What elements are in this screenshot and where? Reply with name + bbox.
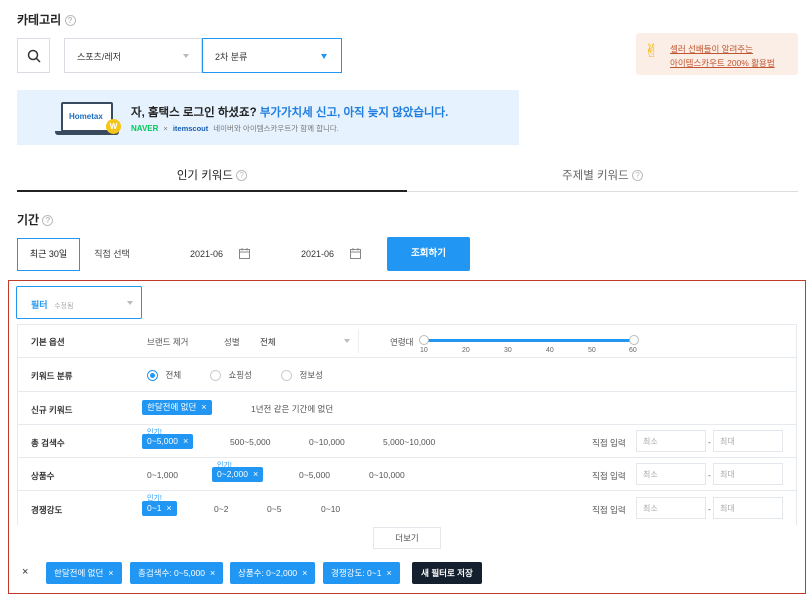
new-keyword-option[interactable]: 1년전 같은 기간에 없던 — [251, 403, 333, 415]
new-keyword-chip[interactable]: 한달전에 없던 × — [142, 400, 212, 415]
promo-box[interactable]: ✌ 셀러 선배들이 알려주는 아이템스카우트 200% 활용법 — [636, 33, 798, 75]
end-date-input[interactable]: 2021-06 — [283, 238, 381, 271]
products-row: 상품수 0~1,000 인기! 0~2,000 × 0~5,000 0~10,00… — [17, 458, 797, 491]
itemscout-logo: itemscout — [172, 124, 209, 133]
recent-30days-button[interactable]: 최근 30일 — [17, 238, 80, 271]
tab-topic-keywords[interactable]: 주제별 키워드 ? — [407, 155, 798, 192]
search-min-input[interactable]: 최소 — [636, 430, 706, 452]
age-tick: 40 — [546, 347, 554, 354]
banner-headline: 자, 홈택스 로그인 하셨죠? 부가가치세 신고, 아직 늦지 않았습니다. — [131, 107, 449, 119]
age-slider-track[interactable] — [424, 339, 634, 342]
chevron-down-icon — [183, 54, 189, 58]
competition-chip[interactable]: 0~1 × — [142, 501, 177, 516]
search-icon — [27, 49, 41, 63]
close-icon: × — [209, 567, 216, 578]
start-date-input[interactable]: 2021-06 — [172, 238, 270, 271]
keyword-type-row: 키워드 분류 전체 쇼핑성 정보성 — [17, 358, 797, 392]
applied-chip[interactable]: 총검색수: 0~5,000 × — [130, 562, 224, 584]
more-button[interactable]: 더보기 — [373, 527, 441, 549]
victory-hand-icon: ✌ — [644, 41, 660, 61]
products-max-input[interactable]: 최대 — [713, 463, 783, 485]
close-icon: × — [166, 503, 172, 513]
basic-options-row: 기본 옵션 브랜드 제거 성별 전체 연령대 10 20 30 40 50 60 — [17, 324, 797, 358]
search-max-input[interactable]: 최대 — [713, 430, 783, 452]
period-title: 기간 ? — [17, 211, 54, 228]
brand-remove-option[interactable]: 브랜드 제거 — [147, 336, 188, 348]
age-tick: 20 — [462, 347, 470, 354]
total-search-row: 총 검색수 인기! 0~5,000 × 500~5,000 0~10,000 5,… — [17, 425, 797, 458]
competition-option[interactable]: 0~5 — [267, 504, 281, 514]
search-chip[interactable]: 0~5,000 × — [142, 434, 194, 449]
close-icon: × — [182, 436, 189, 446]
age-tick: 10 — [420, 347, 428, 354]
age-tick: 50 — [588, 347, 596, 354]
close-icon: × — [252, 469, 259, 479]
competition-min-input[interactable]: 최소 — [636, 497, 706, 519]
age-tick: 60 — [629, 347, 637, 354]
products-option[interactable]: 0~5,000 — [299, 470, 330, 480]
age-tick: 30 — [504, 347, 512, 354]
close-icon: × — [201, 402, 207, 412]
naver-logo: NAVER — [131, 124, 159, 133]
help-icon[interactable]: ? — [64, 15, 76, 27]
search-option[interactable]: 5,000~10,000 — [383, 437, 435, 447]
search-option[interactable]: 0~10,000 — [309, 437, 345, 447]
calendar-icon — [350, 248, 361, 259]
promo-line2[interactable]: 아이템스카우트 200% 활용법 — [670, 56, 775, 70]
competition-max-input[interactable]: 최대 — [713, 497, 783, 519]
help-icon[interactable]: ? — [236, 170, 248, 182]
applied-chip[interactable]: 경쟁강도: 0~1 × — [323, 562, 400, 584]
tab-popular-keywords[interactable]: 인기 키워드 ? — [17, 155, 407, 192]
competition-option[interactable]: 0~10 — [321, 504, 340, 514]
help-icon[interactable]: ? — [42, 215, 54, 227]
radio-all[interactable]: 전체 — [147, 369, 181, 382]
radio-shopping[interactable]: 쇼핑성 — [210, 369, 252, 382]
applied-chip[interactable]: 상품수: 0~2,000 × — [230, 562, 316, 584]
save-filter-button[interactable]: 새 필터로 저장 — [412, 562, 482, 584]
products-min-input[interactable]: 최소 — [636, 463, 706, 485]
hometax-banner[interactable]: Hometax W 자, 홈택스 로그인 하셨죠? 부가가치세 신고, 아직 늦… — [17, 90, 519, 145]
custom-date-button[interactable]: 직접 선택 — [80, 238, 144, 271]
category-title: 카테고리 ? — [17, 11, 76, 28]
close-icon: × — [386, 567, 392, 578]
products-chip[interactable]: 0~2,000 × — [212, 467, 264, 482]
calendar-icon — [239, 248, 250, 259]
age-slider-max-handle[interactable] — [629, 335, 639, 345]
coin-icon: W — [106, 119, 121, 134]
new-keyword-row: 신규 키워드 한달전에 없던 × 1년전 같은 기간에 없던 — [17, 392, 797, 425]
help-icon[interactable]: ? — [631, 170, 643, 182]
search-submit-button[interactable]: 조회하기 — [387, 237, 470, 271]
age-slider-min-handle[interactable] — [419, 335, 429, 345]
clear-filters-icon[interactable]: × — [22, 566, 28, 578]
chevron-down-icon — [127, 301, 133, 305]
competition-option[interactable]: 0~2 — [214, 504, 228, 514]
radio-info[interactable]: 정보성 — [281, 369, 323, 382]
products-option[interactable]: 0~1,000 — [147, 470, 178, 480]
close-icon: × — [302, 567, 308, 578]
chevron-down-icon — [344, 339, 350, 343]
chevron-down-icon — [321, 54, 327, 59]
close-icon: × — [108, 567, 114, 578]
secondary-category-select[interactable]: 2차 분류 — [202, 38, 342, 73]
filter-select[interactable]: 필터 수정됨 — [16, 286, 142, 319]
search-option[interactable]: 500~5,000 — [230, 437, 270, 447]
banner-sub: NAVER × itemscout 네이버와 아이템스카우트가 함께 합니다. — [131, 124, 339, 133]
promo-line1[interactable]: 셀러 선배들이 알려주는 — [670, 42, 775, 56]
search-button[interactable] — [17, 38, 50, 73]
gender-select[interactable]: 전체 — [247, 329, 359, 353]
competition-row: 경쟁강도 인기! 0~1 × 0~2 0~5 0~10 직접 입력 최소 - 최대 — [17, 491, 797, 525]
applied-chip[interactable]: 한달전에 없던 × — [46, 562, 122, 584]
primary-category-select[interactable]: 스포츠/레저 — [64, 38, 202, 73]
products-option[interactable]: 0~10,000 — [369, 470, 405, 480]
